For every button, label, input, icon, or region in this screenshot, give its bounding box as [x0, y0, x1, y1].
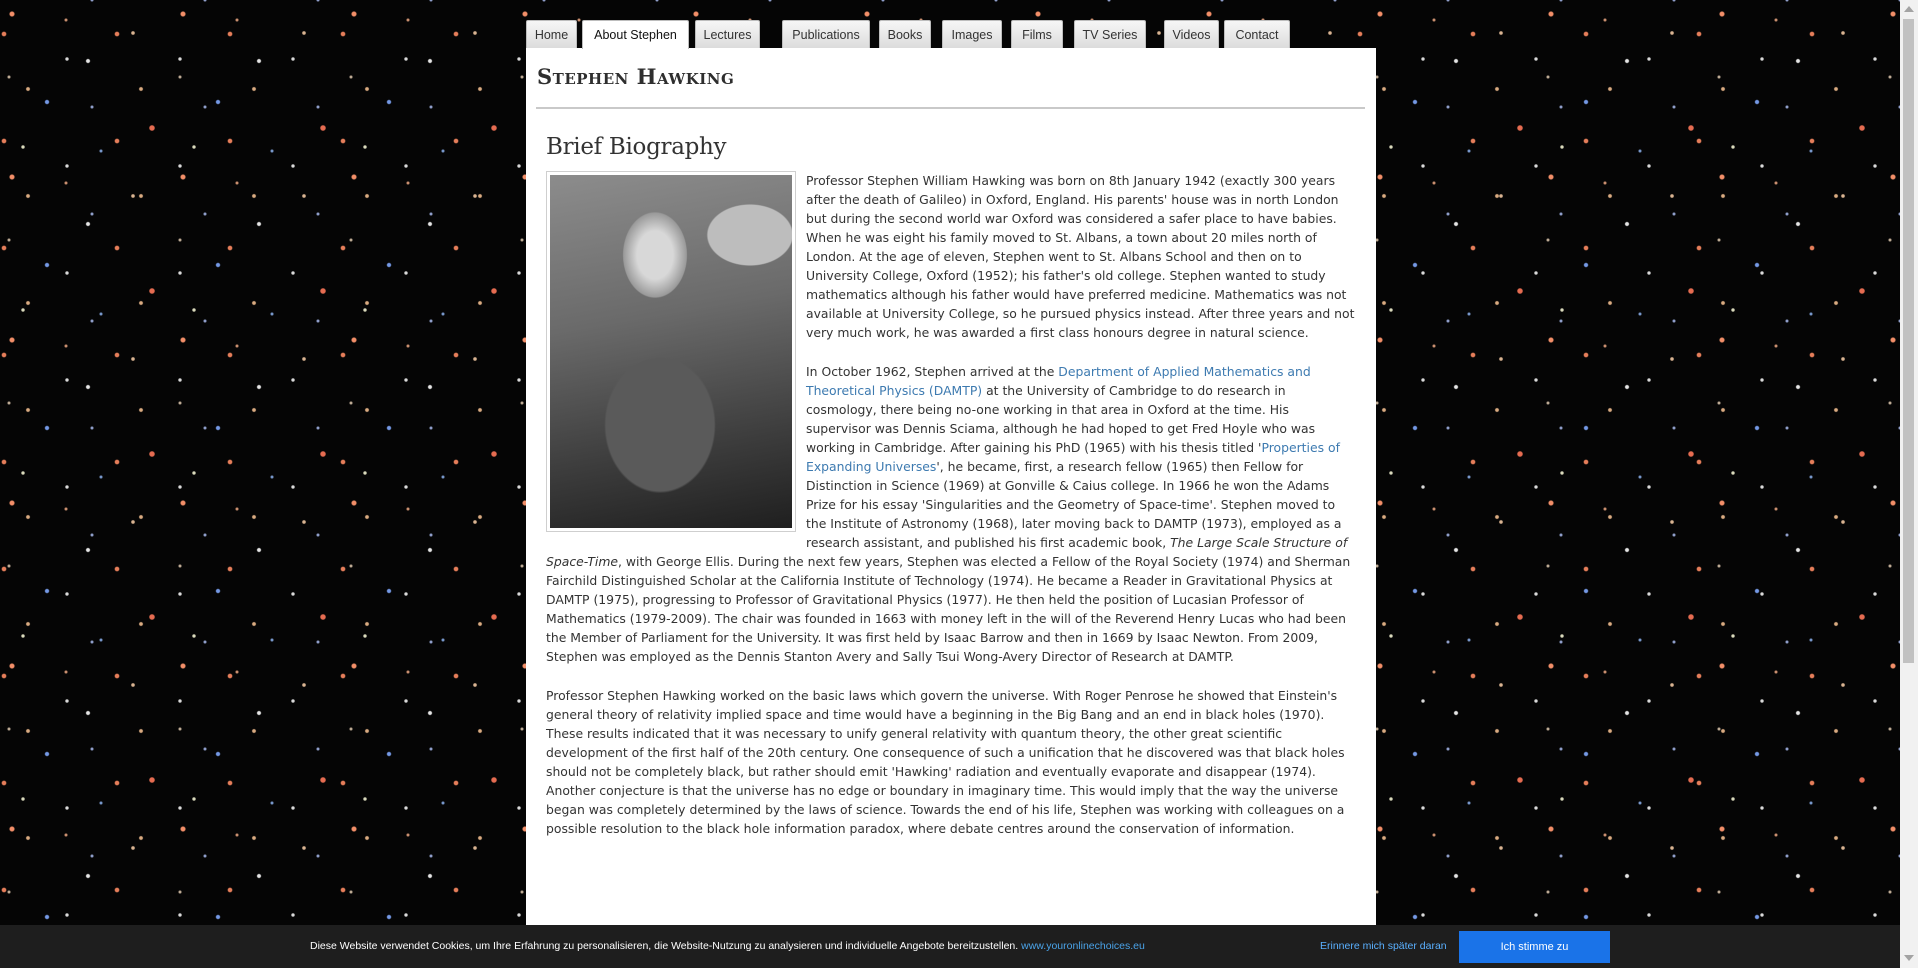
cookie-text: Diese Website verwendet Cookies, um Ihre… — [310, 940, 1019, 952]
main-content: Stephen Hawking Brief Biography Professo… — [526, 48, 1376, 968]
paragraph-text: , with George Ellis. During the next few… — [546, 554, 1351, 664]
biography-article: Brief Biography Professor Stephen Willia… — [546, 134, 1357, 858]
scroll-up-icon[interactable] — [1904, 6, 1914, 12]
portrait-image — [550, 175, 792, 528]
portrait-photo — [546, 171, 796, 532]
accept-cookies-button[interactable]: Ich stimme zu — [1459, 931, 1610, 963]
tab-videos[interactable]: Videos — [1164, 20, 1219, 48]
remind-later-link[interactable]: Erinnere mich später daran — [1320, 940, 1447, 952]
tab-books[interactable]: Books — [879, 20, 931, 48]
tab-films[interactable]: Films — [1011, 20, 1063, 48]
cookie-message: Diese Website verwendet Cookies, um Ihre… — [310, 940, 1145, 952]
section-heading: Brief Biography — [546, 134, 727, 160]
paragraph-text: In October 1962, Stephen arrived at the — [806, 364, 1059, 379]
cookie-consent-bar: Diese Website verwendet Cookies, um Ihre… — [0, 925, 1900, 968]
page-scrollbar[interactable] — [1900, 0, 1918, 968]
tab-publications[interactable]: Publications — [782, 20, 870, 48]
tab-about-stephen[interactable]: About Stephen — [582, 20, 689, 49]
tab-contact[interactable]: Contact — [1224, 20, 1290, 48]
youronlinechoices-link[interactable]: www.youronlinechoices.eu — [1021, 940, 1145, 952]
tab-images[interactable]: Images — [942, 20, 1002, 48]
scroll-down-icon[interactable] — [1904, 955, 1914, 961]
biography-paragraph-3: Professor Stephen Hawking worked on the … — [546, 688, 1345, 836]
tab-tv-series[interactable]: TV Series — [1074, 20, 1146, 48]
title-divider — [536, 107, 1365, 109]
scrollbar-thumb[interactable] — [1903, 19, 1914, 663]
tab-home[interactable]: Home — [526, 20, 577, 48]
tab-lectures[interactable]: Lectures — [695, 20, 760, 48]
site-title: Stephen Hawking — [537, 64, 735, 89]
